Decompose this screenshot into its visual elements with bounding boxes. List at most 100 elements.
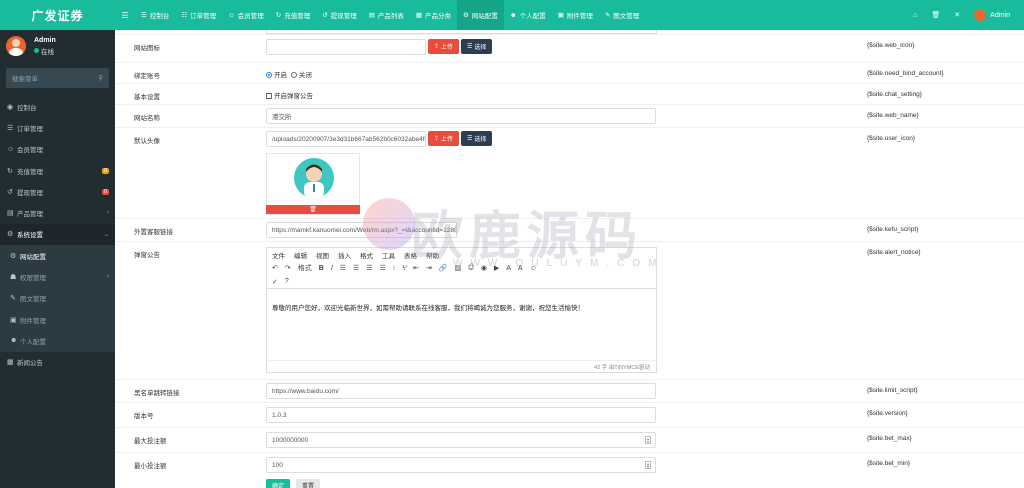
redo-icon[interactable]: ↷ xyxy=(285,264,291,272)
sidebar-item-members[interactable]: ☺ 会员管理 xyxy=(0,139,115,160)
home-icon[interactable]: ⌂ xyxy=(913,12,917,19)
link-icon[interactable]: 🔗 xyxy=(439,264,448,272)
format-dropdown[interactable]: 格式 xyxy=(298,263,312,273)
menu-format[interactable]: 格式 xyxy=(360,250,373,260)
menu-toggle-icon[interactable]: ☰ xyxy=(115,11,135,20)
user-status: 在线 xyxy=(34,46,56,56)
radio-off-label[interactable]: 关闭 xyxy=(299,72,312,79)
outdent-icon[interactable]: ⇤ xyxy=(413,264,419,272)
tab-members[interactable]: ☺ 会员管理 xyxy=(222,0,270,30)
sidebar-item-site-config[interactable]: ⚙ 网站配置 xyxy=(0,245,115,267)
version-input[interactable]: 1.0.3 xyxy=(266,407,656,423)
bet-max-input[interactable]: 1000000000 ▴ ▾ xyxy=(266,432,656,448)
print-icon[interactable]: ⎙ xyxy=(468,264,474,272)
radio-on-label[interactable]: 开启 xyxy=(274,72,287,79)
menu-help[interactable]: 帮助 xyxy=(426,250,439,260)
number-spinner-icon[interactable]: ▴ ▾ xyxy=(645,436,651,444)
align-center-icon[interactable]: ☰ xyxy=(353,264,359,272)
align-right-icon[interactable]: ☰ xyxy=(366,264,372,272)
row-web-name: 网站名称 港交所 {$site.web_name} xyxy=(115,104,1024,126)
kefu-input[interactable]: https://mamkf.kanuomei.com/Web/im.aspx?_… xyxy=(266,222,457,238)
upload-button[interactable]: ⇪ 上传 xyxy=(428,39,460,54)
limit-script-input[interactable]: https://www.baidu.com/ xyxy=(266,383,656,399)
editor-content[interactable]: 尊敬的用户您好，欢迎光临新世界，如需帮助请联系在线客服，我们将竭诚为您服务，谢谢… xyxy=(267,289,656,341)
numbered-list-icon[interactable]: ⅟ xyxy=(402,264,406,272)
bet-min-input[interactable]: 100 ▴ ▾ xyxy=(266,457,656,473)
sidebar-item-news[interactable]: ▦ 新闻公告 xyxy=(0,352,115,373)
select-button[interactable]: ☰ 选择 xyxy=(461,131,493,146)
delete-avatar-button[interactable]: 🗑 xyxy=(266,205,360,214)
select-button[interactable]: ☰ 选择 xyxy=(461,39,493,54)
web-name-input[interactable]: 港交所 xyxy=(266,108,656,124)
popup-notice-checkbox[interactable]: 开启弹窗公告 xyxy=(266,90,313,100)
menu-file[interactable]: 文件 xyxy=(272,250,285,260)
tab-categories[interactable]: ▦ 产品分类 xyxy=(410,0,457,30)
sidebar-item-withdraw[interactable]: ↺ 提现管理 0 xyxy=(0,181,115,202)
field-label: 外置客服链接 xyxy=(134,229,173,236)
sidebar-item-articles[interactable]: ✎ 图文管理 xyxy=(0,287,115,309)
sidebar-item-permissions[interactable]: ☗ 权限管理 ‹ xyxy=(0,266,115,288)
nav-user[interactable]: Admin xyxy=(974,9,1010,21)
menu-edit[interactable]: 编辑 xyxy=(294,250,307,260)
preview-icon[interactable]: ◉ xyxy=(481,264,487,272)
upload-button[interactable]: ⇪ 上传 xyxy=(428,131,460,146)
sidebar-item-orders[interactable]: ☰ 订单管理 xyxy=(0,117,115,138)
tab-label: 附件管理 xyxy=(566,13,593,20)
tab-site-config[interactable]: ⚙ 网站配置 xyxy=(457,0,504,30)
indent-icon[interactable]: ⇥ xyxy=(426,264,432,272)
avatar-path-input[interactable]: /uploads/20200907/3e3d31b667ab562b0c6032… xyxy=(266,131,426,147)
app-logo[interactable]: 广发证券 xyxy=(0,0,115,30)
tab-recharge[interactable]: ↻ 充值管理 xyxy=(270,0,316,30)
tab-label: 产品分类 xyxy=(425,13,452,20)
tab-products[interactable]: ▤ 产品列表 xyxy=(363,0,410,30)
submit-button[interactable]: 确定 xyxy=(266,479,291,488)
user-name: Admin xyxy=(34,36,56,44)
sidebar-item-attachments[interactable]: ▣ 附件管理 xyxy=(0,308,115,331)
checkbox[interactable] xyxy=(266,93,272,100)
tab-attachments[interactable]: ▣ 附件管理 xyxy=(552,0,599,30)
sidebar-item-label: 附件管理 xyxy=(20,317,46,325)
sidebar-search-placeholder[interactable]: 搜索菜单 xyxy=(12,73,38,83)
menu-insert[interactable]: 插入 xyxy=(338,250,351,260)
group-icon: ☗ xyxy=(10,274,17,282)
spellcheck-icon[interactable]: ✓ xyxy=(272,278,278,286)
sidebar-item-label: 系统设置 xyxy=(17,232,43,240)
italic-icon[interactable]: I xyxy=(331,265,333,272)
search-icon[interactable]: ⚲ xyxy=(98,74,103,82)
number-spinner-icon[interactable]: ▴ ▾ xyxy=(645,461,651,469)
tab-orders[interactable]: ☷ 订单管理 xyxy=(175,0,222,30)
align-justify-icon[interactable]: ☰ xyxy=(380,264,386,272)
withdraw-icon: ↺ xyxy=(7,188,13,196)
menu-view[interactable]: 视图 xyxy=(316,250,329,260)
undo-icon[interactable]: ↶ xyxy=(272,264,278,272)
help-icon[interactable]: ? xyxy=(285,278,289,285)
menu-table[interactable]: 表格 xyxy=(404,250,417,260)
text-color-icon[interactable]: A xyxy=(506,265,511,272)
sidebar-item-system[interactable]: ⚙ 系统设置 ⌄ xyxy=(0,223,115,246)
sidebar-search[interactable]: 搜索菜单 ⚲ xyxy=(6,68,109,88)
reset-button[interactable]: 重置 xyxy=(296,479,321,488)
tab-dashboard[interactable]: ☰ 控制台 xyxy=(135,0,175,30)
bold-icon[interactable]: B xyxy=(319,265,324,272)
chevron-left-icon: ‹ xyxy=(107,274,109,281)
radio-off[interactable] xyxy=(290,72,297,79)
align-left-icon[interactable]: ☰ xyxy=(340,264,346,272)
fullscreen-icon[interactable]: ✕ xyxy=(954,11,960,19)
menu-tools[interactable]: 工具 xyxy=(382,250,395,260)
tab-profile[interactable]: ☻ 个人配置 xyxy=(504,0,552,30)
emoji-icon[interactable]: ☺ xyxy=(530,265,537,272)
sidebar-item-profile[interactable]: ☻ 个人配置 xyxy=(0,330,115,352)
sidebar-item-products[interactable]: ▤ 产品管理 ‹ xyxy=(0,202,115,223)
image-icon[interactable]: ▨ xyxy=(455,264,462,272)
background-color-icon[interactable]: A xyxy=(518,265,523,272)
tab-withdraw[interactable]: ↺ 提现管理 xyxy=(316,0,362,30)
sidebar-item-dashboard[interactable]: ◉ 控制台 xyxy=(0,96,115,117)
checkbox-label[interactable]: 开启弹窗公告 xyxy=(274,93,313,100)
sidebar-item-recharge[interactable]: ↻ 充值管理 0 xyxy=(0,160,115,181)
media-icon[interactable]: ▶ xyxy=(494,264,499,272)
tab-articles[interactable]: ✎ 图文管理 xyxy=(599,0,645,30)
trash-icon[interactable]: 🗑 xyxy=(931,11,940,19)
web-icon-input[interactable] xyxy=(266,39,426,55)
bullet-list-icon[interactable]: ⁝ xyxy=(393,264,395,272)
radio-on[interactable] xyxy=(266,72,272,79)
